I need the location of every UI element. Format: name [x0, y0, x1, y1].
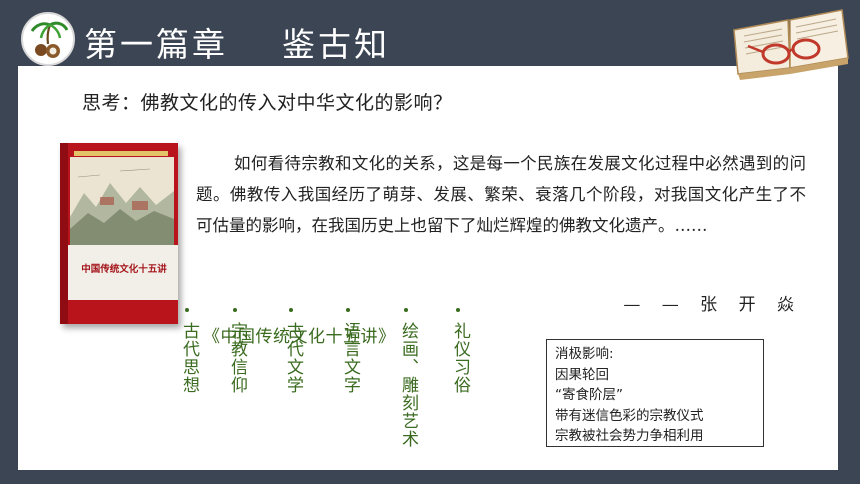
bullet-dot-icon — [289, 308, 293, 312]
infobox-line: 带有迷信色彩的宗教仪式 — [555, 407, 704, 424]
bullet-dot-icon — [404, 308, 408, 312]
influence-label: 绘画、雕刻艺术 — [398, 322, 418, 448]
coconut-palm-logo-icon — [21, 12, 75, 66]
bullet-dot-icon — [233, 308, 237, 312]
quote-paragraph: 如何看待宗教和文化的关系，这是每一个民族在发展文化过程中必然遇到的问题。佛教传入… — [196, 154, 806, 235]
book-spine — [60, 143, 68, 324]
infobox-line: 因果轮回 — [555, 366, 609, 383]
infobox-line: 宗教被社会势力争相利用 — [555, 428, 704, 444]
bullet-dot-icon — [456, 308, 460, 312]
negative-influence-box: 消极影响: 因果轮回 “寄食阶层” 带有迷信色彩的宗教仪式 宗教被社会势力争相利… — [546, 339, 764, 447]
infobox-line: “寄食阶层” — [555, 387, 623, 403]
book-cover-ribbon — [74, 151, 168, 156]
influence-item: 语言文字 — [338, 308, 360, 394]
influence-label: 古代思想 — [179, 322, 199, 394]
quote-author: — — 张 开 焱 — [623, 295, 802, 315]
book-cover-footer — [68, 300, 178, 324]
open-book-glasses-icon — [724, 2, 854, 80]
influence-item: 宗教信仰 — [225, 308, 247, 394]
frame-left — [0, 0, 18, 484]
infobox-line: 消极影响: — [555, 346, 614, 362]
question-heading: 思考：佛教文化的传入对中华文化的影响？ — [82, 92, 453, 114]
book-cover-image: 中国传统文化十五讲 — [60, 143, 178, 324]
influence-item: 绘画、雕刻艺术 — [396, 308, 418, 448]
influence-item: 古代文学 — [281, 308, 303, 394]
book-cover-title: 中国传统文化十五讲 — [81, 264, 167, 275]
landscape-painting-icon — [70, 157, 174, 245]
book-reference-label: 《中国传统文化十五讲》 — [203, 327, 396, 347]
influence-label: 礼仪习俗 — [450, 322, 470, 394]
frame-bottom — [0, 470, 860, 484]
page-title: 第一篇章 鉴古知 — [84, 25, 390, 64]
bullet-dot-icon — [185, 308, 189, 312]
bullet-dot-icon — [346, 308, 350, 312]
influence-item: 古代思想 — [177, 308, 199, 394]
influence-item: 礼仪习俗 — [448, 308, 470, 394]
